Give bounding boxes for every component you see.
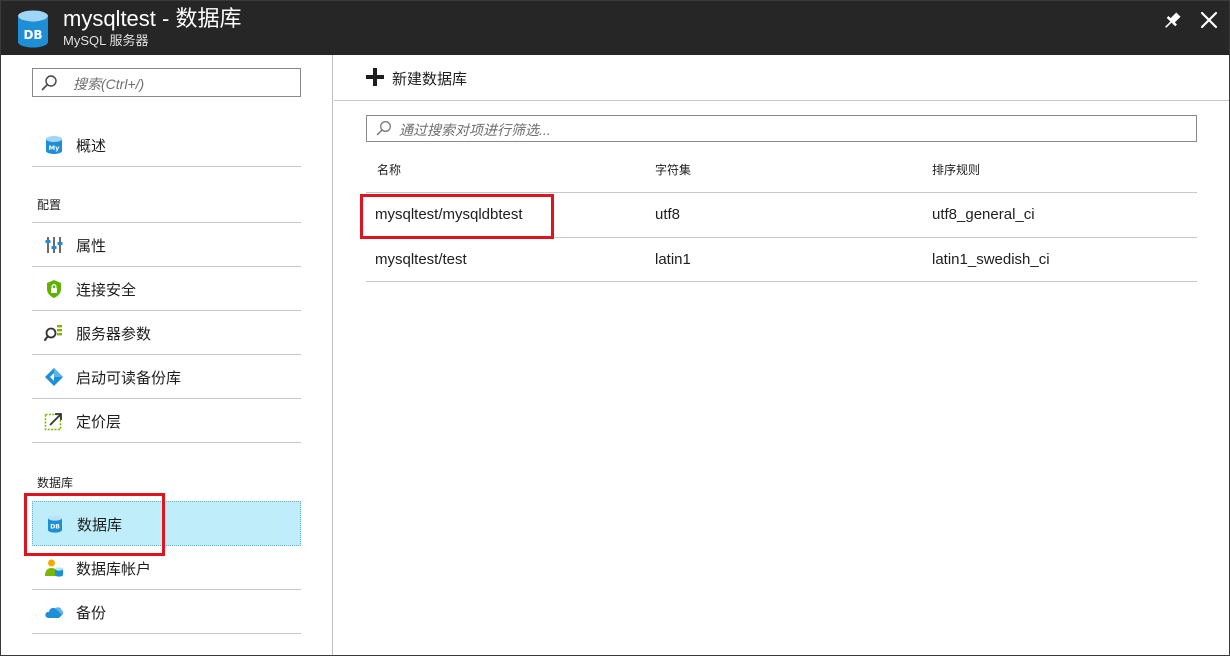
filter-input[interactable]: 通过搜索对项进行筛选... xyxy=(366,115,1197,142)
cell-name: mysqltest/test xyxy=(375,251,467,268)
nav-label: 启动可读备份库 xyxy=(76,370,182,387)
nav-pricing-tier[interactable]: 定价层 xyxy=(32,399,301,443)
title-bar: DB mysqltest - 数据库 MySQL 服务器 xyxy=(1,1,1229,55)
cell-collation: latin1_swedish_ci xyxy=(932,251,1050,268)
filter-placeholder: 通过搜索对项进行筛选... xyxy=(399,122,551,138)
nav-properties[interactable]: 属性 xyxy=(32,223,301,267)
svg-text:My: My xyxy=(49,144,60,152)
server-parameters-icon xyxy=(44,323,64,343)
nav-label: 服务器参数 xyxy=(76,326,152,343)
cell-collation: utf8_general_ci xyxy=(932,206,1035,223)
databases-blade: 新建数据库 通过搜索对项进行筛选... 名称 字符集 排序规则 mysqltes… xyxy=(334,55,1229,655)
window-subtitle: MySQL 服务器 xyxy=(63,33,149,48)
cell-charset: latin1 xyxy=(655,251,691,268)
resource-menu: 搜索(Ctrl+/) My 概述 配置 属性 连接安全 服务器参数 启动可读备份… xyxy=(1,55,333,655)
nav-label: 连接安全 xyxy=(76,282,137,299)
nav-backup[interactable]: 备份 xyxy=(32,590,301,634)
replica-diamond-icon xyxy=(44,367,64,387)
database-db-icon: DB xyxy=(16,9,50,49)
pin-icon[interactable] xyxy=(1161,10,1183,32)
nav-connection-security[interactable]: 连接安全 xyxy=(32,267,301,311)
app-window: DB mysqltest - 数据库 MySQL 服务器 搜索(Ctrl+/) … xyxy=(0,0,1230,656)
column-header-collation[interactable]: 排序规则 xyxy=(932,161,980,178)
nav-database-accounts[interactable]: 数据库帐户 xyxy=(32,546,301,590)
nav-label: 定价层 xyxy=(76,414,122,431)
menu-search-input[interactable]: 搜索(Ctrl+/) xyxy=(32,68,301,97)
nav-overview[interactable]: My 概述 xyxy=(32,123,301,167)
cloud-backup-icon xyxy=(44,602,64,622)
nav-label: 属性 xyxy=(76,238,107,255)
cell-charset: utf8 xyxy=(655,206,681,223)
search-icon xyxy=(40,74,58,92)
command-bar: 新建数据库 xyxy=(334,55,1229,101)
pricing-tier-icon xyxy=(44,411,64,431)
nav-label: 数据库帐户 xyxy=(76,561,152,578)
section-title-databases: 数据库 xyxy=(37,476,74,490)
search-icon xyxy=(375,120,392,137)
database-accounts-icon xyxy=(44,558,64,578)
shield-lock-icon xyxy=(44,279,64,299)
svg-text:DB: DB xyxy=(23,28,42,42)
database-icon: DB xyxy=(45,514,65,534)
close-icon[interactable] xyxy=(1198,9,1220,31)
mysql-db-icon: My xyxy=(44,135,64,155)
nav-label: 数据库 xyxy=(77,517,123,534)
column-header-charset[interactable]: 字符集 xyxy=(655,161,691,178)
menu-search-placeholder: 搜索(Ctrl+/) xyxy=(73,76,145,92)
column-header-name[interactable]: 名称 xyxy=(377,161,401,178)
window-title: mysqltest - 数据库 xyxy=(63,6,242,31)
nav-databases[interactable]: DB 数据库 xyxy=(32,501,301,546)
section-title-config: 配置 xyxy=(37,198,62,212)
table-row[interactable]: mysqltest/mysqldbtest utf8 utf8_general_… xyxy=(366,192,1197,237)
plus-icon xyxy=(366,68,384,86)
cell-name: mysqltest/mysqldbtest xyxy=(375,206,523,223)
new-database-label: 新建数据库 xyxy=(392,71,468,88)
properties-sliders-icon xyxy=(44,235,64,255)
table-row[interactable]: mysqltest/test latin1 latin1_swedish_ci xyxy=(366,237,1197,282)
svg-text:DB: DB xyxy=(50,524,60,531)
nav-label: 概述 xyxy=(76,138,107,155)
nav-label: 备份 xyxy=(76,605,107,622)
nav-replica[interactable]: 启动可读备份库 xyxy=(32,355,301,399)
nav-server-parameters[interactable]: 服务器参数 xyxy=(32,311,301,355)
